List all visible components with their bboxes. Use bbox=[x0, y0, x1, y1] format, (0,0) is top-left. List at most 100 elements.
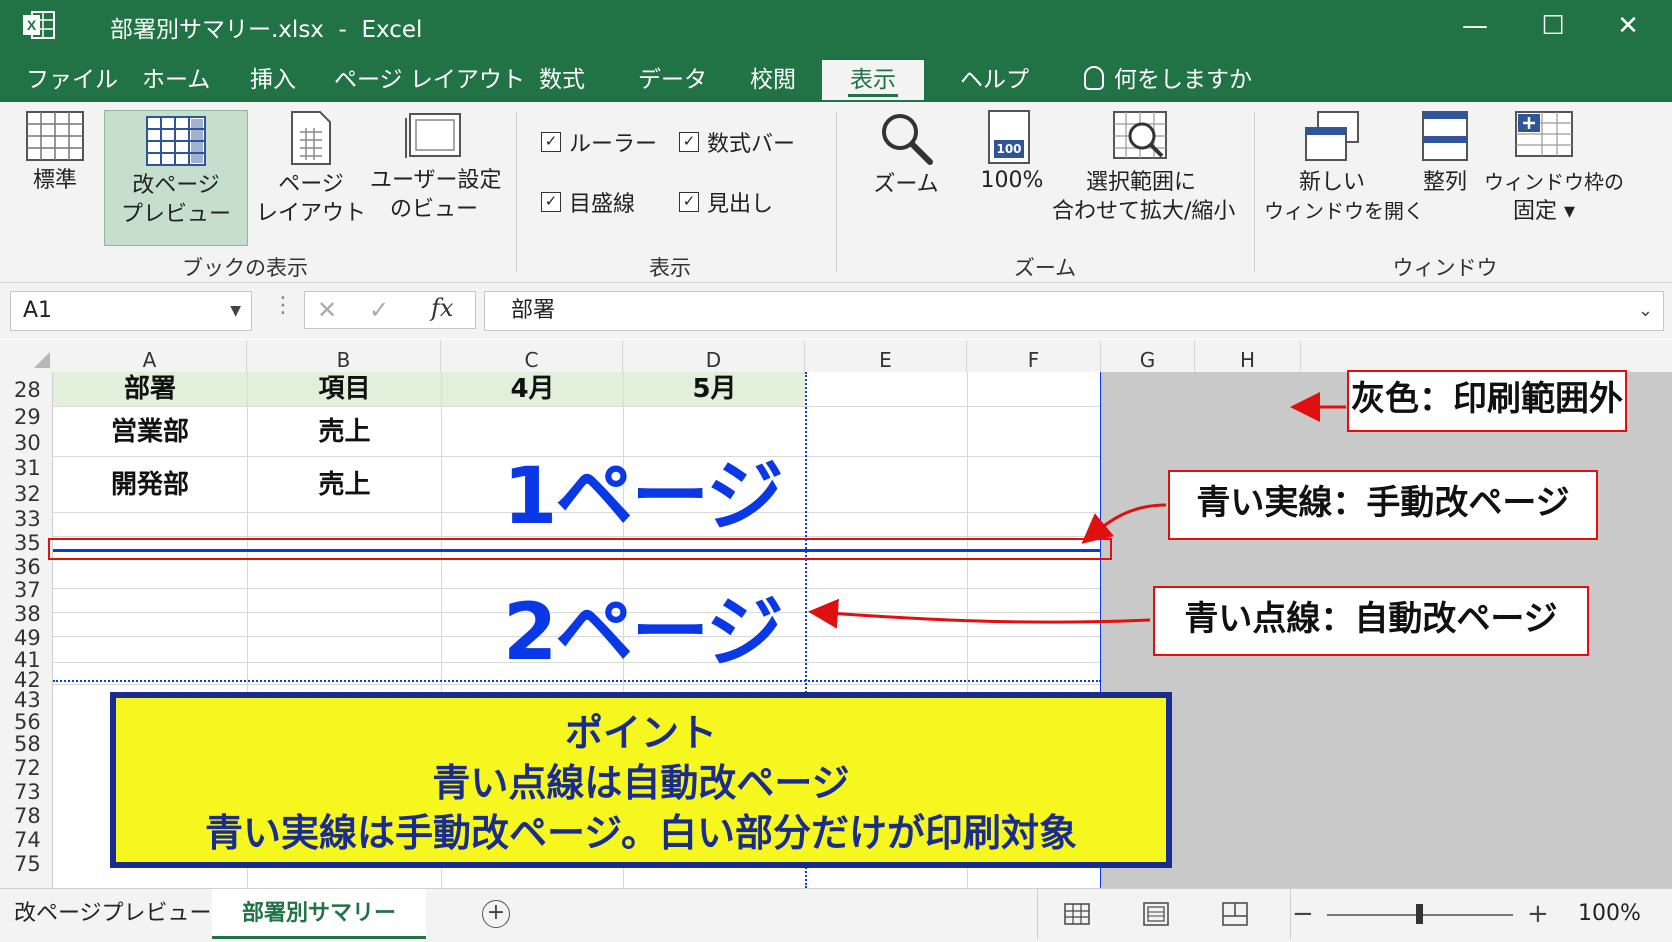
row-header[interactable]: 78 bbox=[0, 804, 52, 828]
new-window-button[interactable]: 新しい ウィンドウを開く bbox=[1264, 110, 1424, 226]
select-all-icon[interactable] bbox=[34, 352, 50, 368]
window-title: 部署別サマリー.xlsx - Excel bbox=[110, 17, 423, 43]
table-cell[interactable]: 開発部 bbox=[53, 458, 247, 512]
row-header[interactable]: 29 bbox=[0, 405, 52, 429]
page-layout-status-icon[interactable] bbox=[1143, 902, 1169, 926]
normal-view-button[interactable]: 標準 bbox=[20, 110, 90, 195]
maximize-button[interactable]: ☐ bbox=[1533, 6, 1573, 46]
tab-page-layout[interactable]: ページ レイアウト bbox=[332, 60, 527, 100]
view-mode-status: 改ページプレビュー bbox=[14, 901, 212, 926]
more-options-icon[interactable]: ⋮ bbox=[272, 293, 294, 318]
name-box-value: A1 bbox=[23, 298, 53, 323]
row-header[interactable]: 58 bbox=[0, 732, 52, 756]
chevron-down-icon[interactable]: ▼ bbox=[230, 292, 241, 330]
insert-function-icon[interactable]: fx bbox=[431, 294, 453, 322]
tab-review[interactable]: 校閲 bbox=[748, 60, 798, 100]
row-header[interactable]: 38 bbox=[0, 602, 52, 626]
column-header[interactable]: C bbox=[441, 340, 623, 372]
minimize-button[interactable]: — bbox=[1455, 6, 1495, 46]
row-header[interactable]: 49 bbox=[0, 626, 52, 650]
tell-me-search[interactable]: 何をしますか bbox=[1082, 60, 1254, 100]
gridlines-checkbox[interactable]: ✓ 目盛線 bbox=[541, 186, 635, 218]
zoom-to-selection-button[interactable]: 選択範囲に 合わせて拡大/縮小 bbox=[1052, 110, 1236, 226]
column-header[interactable]: G bbox=[1101, 340, 1195, 372]
table-cell[interactable]: 営業部 bbox=[53, 408, 247, 456]
ruler-checkbox[interactable]: ✓ ルーラー bbox=[541, 126, 657, 158]
column-header[interactable]: H bbox=[1195, 340, 1301, 372]
freeze-panes-button[interactable]: ウィンドウ枠の 固定 ▾ bbox=[1484, 110, 1624, 226]
row-header[interactable]: 43 bbox=[0, 688, 52, 712]
row-header[interactable]: 35 bbox=[0, 531, 52, 555]
page-1-label: 1ページ bbox=[503, 452, 784, 542]
row-header[interactable]: 37 bbox=[0, 578, 52, 602]
column-header[interactable]: F bbox=[967, 340, 1101, 372]
row-headers: 28 29 30 31 32 33 35 36 37 38 49 41 42 43 56 58 72 73 78 74… bbox=[0, 372, 53, 888]
table-header-cell[interactable]: 4月 bbox=[442, 372, 623, 406]
formula-input[interactable]: 部署 ⌄ bbox=[484, 291, 1664, 331]
checkbox-checked-icon: ✓ bbox=[541, 192, 561, 212]
headings-checkbox[interactable]: ✓ 見出し bbox=[679, 186, 773, 218]
row-header[interactable]: 75 bbox=[0, 852, 52, 876]
row-header[interactable]: 74 bbox=[0, 828, 52, 852]
page-break-status-icon[interactable] bbox=[1222, 902, 1248, 926]
table-header-cell[interactable]: 部署 bbox=[53, 372, 247, 406]
custom-views-button[interactable]: ユーザー設定 のビュー bbox=[370, 110, 502, 224]
new-window-label-2: ウィンドウを開く bbox=[1264, 199, 1424, 223]
row-header[interactable]: 56 bbox=[0, 710, 52, 734]
row-header[interactable]: 72 bbox=[0, 756, 52, 780]
row-header[interactable]: 32 bbox=[0, 482, 52, 506]
table-cell[interactable]: 売上 bbox=[248, 458, 441, 512]
column-header[interactable]: D bbox=[623, 340, 805, 372]
row-header[interactable]: 36 bbox=[0, 555, 52, 579]
custom-views-icon bbox=[405, 113, 461, 158]
group-separator bbox=[836, 112, 837, 272]
row-header[interactable]: 31 bbox=[0, 456, 52, 480]
tab-file[interactable]: ファイル bbox=[24, 60, 120, 100]
normal-view-status-icon[interactable] bbox=[1064, 903, 1090, 925]
tab-home[interactable]: ホーム bbox=[140, 60, 212, 100]
close-button[interactable]: ✕ bbox=[1608, 6, 1648, 46]
row-header[interactable]: 73 bbox=[0, 780, 52, 804]
gridlines-label: 目盛線 bbox=[569, 192, 636, 217]
sheet-tab-active[interactable]: 部署別サマリー bbox=[212, 889, 426, 939]
tab-formulas[interactable]: 数式 bbox=[537, 60, 587, 100]
formula-bar-checkbox[interactable]: ✓ 数式バー bbox=[679, 126, 795, 158]
zoom-slider-thumb[interactable] bbox=[1416, 904, 1423, 924]
tab-view[interactable]: 表示 bbox=[822, 60, 924, 100]
enter-icon[interactable]: ✓ bbox=[369, 296, 389, 324]
group-label-show: 表示 bbox=[649, 256, 691, 280]
row-header[interactable]: 28 bbox=[0, 378, 52, 402]
arrange-all-button[interactable]: 整列 bbox=[1410, 110, 1480, 197]
page-layout-view-button[interactable]: ページ レイアウト bbox=[256, 110, 366, 228]
table-cell[interactable]: 売上 bbox=[248, 408, 441, 456]
column-headers: A B C D E F G H bbox=[0, 340, 1672, 373]
zoom-button[interactable]: ズーム bbox=[862, 110, 950, 199]
column-header[interactable]: A bbox=[53, 340, 247, 372]
add-sheet-button[interactable]: + bbox=[482, 900, 510, 928]
table-header-cell[interactable]: 項目 bbox=[248, 372, 441, 406]
zoom-in-button[interactable]: + bbox=[1527, 889, 1549, 939]
page-break-preview-button[interactable]: 改ページ プレビュー bbox=[104, 110, 248, 246]
automatic-page-break-horizontal[interactable] bbox=[53, 680, 1101, 682]
row-header[interactable]: 33 bbox=[0, 507, 52, 531]
zoom-100-button[interactable]: 100 100% bbox=[972, 110, 1052, 195]
zoom-level[interactable]: 100% bbox=[1578, 889, 1641, 939]
tab-insert[interactable]: 挿入 bbox=[248, 60, 298, 100]
table-header-cell[interactable]: 5月 bbox=[624, 372, 805, 406]
page-100-icon: 100 bbox=[988, 110, 1030, 164]
expand-formula-icon[interactable]: ⌄ bbox=[1638, 292, 1653, 330]
column-header[interactable]: B bbox=[247, 340, 441, 372]
tab-help[interactable]: ヘルプ bbox=[958, 60, 1031, 100]
zoom-selection-label-2: 合わせて拡大/縮小 bbox=[1052, 199, 1236, 224]
lightbulb-icon bbox=[1084, 66, 1104, 90]
column-header[interactable]: E bbox=[805, 340, 967, 372]
title-bar: X 部署別サマリー.xlsx - Excel — ☐ ✕ bbox=[0, 0, 1672, 52]
zoom-out-button[interactable]: − bbox=[1292, 889, 1314, 939]
name-box[interactable]: A1 ▼ bbox=[10, 291, 252, 331]
arrange-icon bbox=[1422, 111, 1468, 161]
freeze-panes-icon bbox=[1515, 111, 1573, 157]
tab-data[interactable]: データ bbox=[636, 60, 709, 100]
cancel-icon[interactable]: ✕ bbox=[317, 296, 337, 324]
row-header[interactable]: 30 bbox=[0, 431, 52, 455]
formula-bar: A1 ▼ ⋮ ✕ ✓ fx 部署 ⌄ bbox=[0, 283, 1672, 339]
